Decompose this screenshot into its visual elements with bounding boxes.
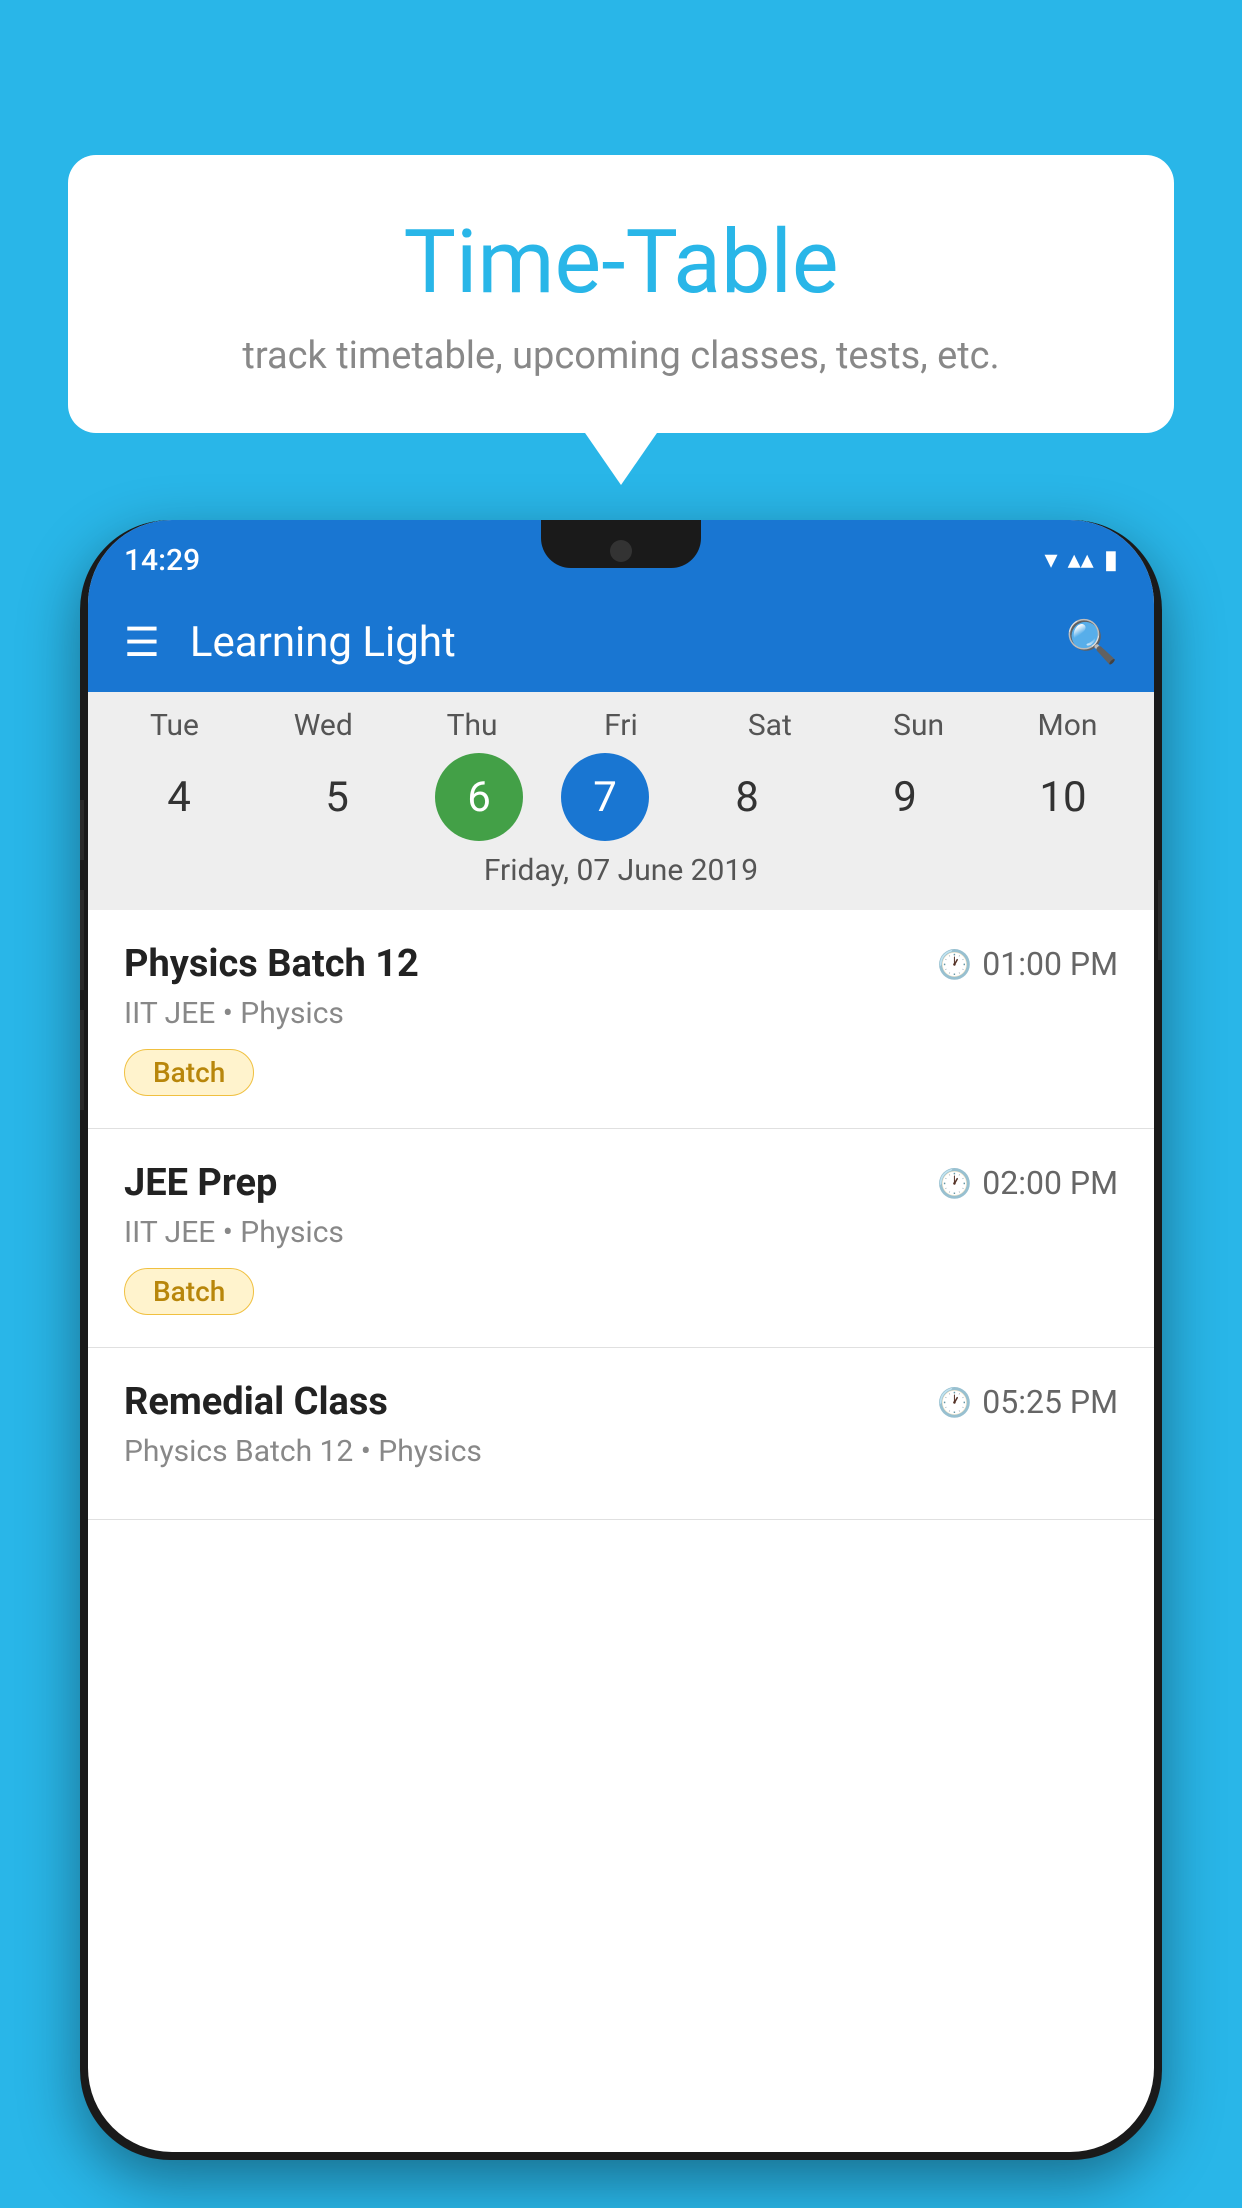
day-name-mon: Mon [1007, 708, 1127, 743]
search-icon[interactable]: 🔍 [1066, 618, 1118, 667]
app-title: Learning Light [190, 618, 1036, 667]
class-meta: IIT JEE • Physics [124, 996, 1118, 1031]
volume-down-button [80, 1010, 84, 1110]
class-header: Remedial Class 🕐 05:25 PM [124, 1380, 1118, 1424]
class-meta: IIT JEE • Physics [124, 1215, 1118, 1250]
phone-screen: 14:29 ▾ ▴▴ ▮ ☰ Learning Light 🔍 Tue Wed … [88, 520, 1154, 2152]
day-name-wed: Wed [263, 708, 383, 743]
volume-silent-button [80, 800, 84, 860]
day-name-fri: Fri [561, 708, 681, 743]
calendar-strip: Tue Wed Thu Fri Sat Sun Mon 4 5 6 7 8 9 … [88, 692, 1154, 910]
class-time: 🕐 01:00 PM [937, 945, 1118, 983]
selected-date: Friday, 07 June 2019 [88, 853, 1154, 902]
class-header: JEE Prep 🕐 02:00 PM [124, 1161, 1118, 1205]
day-name-tue: Tue [114, 708, 234, 743]
class-item[interactable]: Remedial Class 🕐 05:25 PM Physics Batch … [88, 1348, 1154, 1520]
day-7-selected[interactable]: 7 [561, 753, 649, 841]
class-time: 🕐 02:00 PM [937, 1164, 1118, 1202]
clock-icon: 🕐 [937, 1167, 972, 1200]
class-name: Remedial Class [124, 1380, 388, 1424]
app-bar: ☰ Learning Light 🔍 [88, 592, 1154, 692]
phone-frame: 14:29 ▾ ▴▴ ▮ ☰ Learning Light 🔍 Tue Wed … [80, 520, 1162, 2160]
status-time: 14:29 [124, 543, 200, 578]
day-numbers: 4 5 6 7 8 9 10 [88, 753, 1154, 841]
class-name: JEE Prep [124, 1161, 277, 1205]
status-icons: ▾ ▴▴ ▮ [1045, 545, 1118, 575]
batch-badge: Batch [124, 1268, 254, 1315]
notch [541, 520, 701, 568]
power-button [1158, 880, 1162, 960]
speech-bubble: Time-Table track timetable, upcoming cla… [68, 155, 1174, 433]
day-headers: Tue Wed Thu Fri Sat Sun Mon [88, 708, 1154, 743]
batch-badge: Batch [124, 1049, 254, 1096]
day-5[interactable]: 5 [277, 753, 397, 841]
day-6-today[interactable]: 6 [435, 753, 523, 841]
menu-icon[interactable]: ☰ [124, 619, 160, 666]
day-name-sat: Sat [710, 708, 830, 743]
day-9[interactable]: 9 [845, 753, 965, 841]
class-time: 🕐 05:25 PM [937, 1383, 1118, 1421]
class-meta: Physics Batch 12 • Physics [124, 1434, 1118, 1469]
camera-dot [610, 540, 632, 562]
day-10[interactable]: 10 [1003, 753, 1123, 841]
day-8[interactable]: 8 [687, 753, 807, 841]
day-name-sun: Sun [859, 708, 979, 743]
class-header: Physics Batch 12 🕐 01:00 PM [124, 942, 1118, 986]
class-list: Physics Batch 12 🕐 01:00 PM IIT JEE • Ph… [88, 910, 1154, 1520]
clock-icon: 🕐 [937, 1386, 972, 1419]
bubble-title: Time-Table [118, 215, 1124, 312]
wifi-icon: ▾ [1045, 545, 1058, 575]
clock-icon: 🕐 [937, 948, 972, 981]
day-4[interactable]: 4 [119, 753, 239, 841]
day-name-thu: Thu [412, 708, 532, 743]
battery-icon: ▮ [1104, 545, 1118, 575]
bubble-subtitle: track timetable, upcoming classes, tests… [118, 334, 1124, 378]
phone-wrapper: 14:29 ▾ ▴▴ ▮ ☰ Learning Light 🔍 Tue Wed … [80, 520, 1162, 2208]
volume-up-button [80, 890, 84, 990]
class-item[interactable]: JEE Prep 🕐 02:00 PM IIT JEE • Physics Ba… [88, 1129, 1154, 1348]
class-name: Physics Batch 12 [124, 942, 419, 986]
signal-icon: ▴▴ [1068, 545, 1094, 575]
class-item[interactable]: Physics Batch 12 🕐 01:00 PM IIT JEE • Ph… [88, 910, 1154, 1129]
